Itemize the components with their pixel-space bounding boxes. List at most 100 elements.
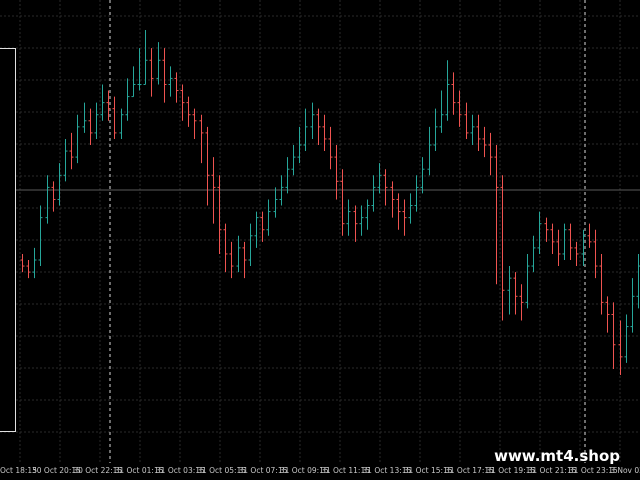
chart-grid [0,0,640,463]
ohlc-bar [180,84,185,121]
ohlc-bar [599,253,604,315]
ohlc-bar [433,108,438,152]
ohlc-bar [199,114,204,164]
ohlc-bar [285,157,290,194]
ohlc-bar [75,114,80,164]
ohlc-bar [537,211,542,254]
price-chart[interactable] [0,0,640,463]
ohlc-bar [531,235,536,273]
ohlc-bar [45,175,50,224]
ohlc-bar [192,108,197,139]
ohlc-bar [131,66,136,98]
ohlc-bar [236,235,241,273]
ohlc-bar [174,72,179,103]
ohlc-bar [94,102,99,139]
ohlc-bar [562,223,567,260]
ohlc-bar [464,102,469,139]
ohlc-bar [494,145,499,285]
ohlc-bar [143,30,148,85]
ohlc-bar [359,205,364,236]
ohlc-bar [574,241,579,267]
ohlc-bar [488,132,493,176]
ohlc-bar [112,96,117,139]
ohlc-bar [248,223,253,267]
ohlc-bar [408,193,413,224]
ohlc-bar [544,217,549,242]
ohlc-bar [266,199,271,236]
ohlc-bar [476,114,481,152]
ohlc-bar [390,181,395,218]
ohlc-bar [162,48,167,103]
time-axis: Oct 18:15 30 Oct 20:15 30 Oct 22:15 31 Oct … [0,463,640,480]
ohlc-bar [618,320,623,375]
ohlc-bar [310,102,315,139]
ohlc-bar [328,126,333,170]
ohlc-bar [500,175,505,321]
ohlc-bar [260,211,265,242]
ohlc-bar [365,199,370,230]
ohlc-bar [20,253,25,273]
ohlc-bar [297,126,302,164]
time-axis-label: 3 Nov 02:15 [610,466,640,475]
ohlc-bar [303,108,308,152]
ohlc-bar [605,296,610,333]
ohlc-bar [414,175,419,212]
ohlc-bar [550,223,555,254]
ohlc-bar [242,241,247,279]
ohlc-bar [624,314,629,363]
ohlc-bar [383,169,388,206]
ohlc-bars [20,30,640,375]
ohlc-bar [636,253,640,309]
ohlc-bar [51,181,56,212]
ohlc-bar [69,132,74,170]
ohlc-bar [371,175,376,212]
ohlc-bar [223,223,228,273]
ohlc-bar [482,126,487,158]
indicator-panel [0,48,16,432]
ohlc-bar [217,175,222,254]
ohlc-bar [568,223,573,260]
ohlc-bar [427,126,432,176]
ohlc-bar [63,138,68,182]
ohlc-bar [168,66,173,97]
ohlc-bar [100,84,105,121]
ohlc-bar [353,205,358,242]
ohlc-bar [57,163,62,206]
period-separators [109,0,586,463]
ohlc-bar [377,163,382,194]
ohlc-bar [630,278,635,333]
ohlc-bar [322,114,327,152]
ohlc-bar [88,108,93,145]
ohlc-bar [273,187,278,218]
ohlc-bar [451,72,456,115]
ohlc-bar [519,284,524,321]
ohlc-bar [205,126,210,206]
ohlc-bar [340,169,345,236]
ohlc-bar [334,145,339,200]
ohlc-bar [149,48,154,97]
ohlc-bar [346,199,351,236]
ohlc-bar [513,272,518,315]
ohlc-bar [593,229,598,279]
chart-window[interactable]: www.mt4.shop Oct 18:15 30 Oct 20:15 30 Oct… [0,0,640,480]
ohlc-bar [402,199,407,236]
ohlc-bar [525,253,530,309]
ohlc-bar [470,114,475,145]
ohlc-bar [254,211,259,248]
ohlc-bar [587,223,592,248]
ohlc-bar [32,247,37,279]
ohlc-bar [125,78,130,121]
ohlc-bar [507,266,512,315]
ohlc-bar [316,108,321,145]
ohlc-bar [229,241,234,279]
ohlc-bar [291,145,296,176]
ohlc-bar [119,108,124,139]
ohlc-bar [556,229,561,267]
ohlc-bar [82,102,87,133]
ohlc-bar [396,193,401,230]
ohlc-bar [420,157,425,194]
ohlc-bar [137,48,142,91]
ohlc-bar [38,205,43,267]
ohlc-bar [26,260,31,279]
ohlc-bar [457,90,462,127]
